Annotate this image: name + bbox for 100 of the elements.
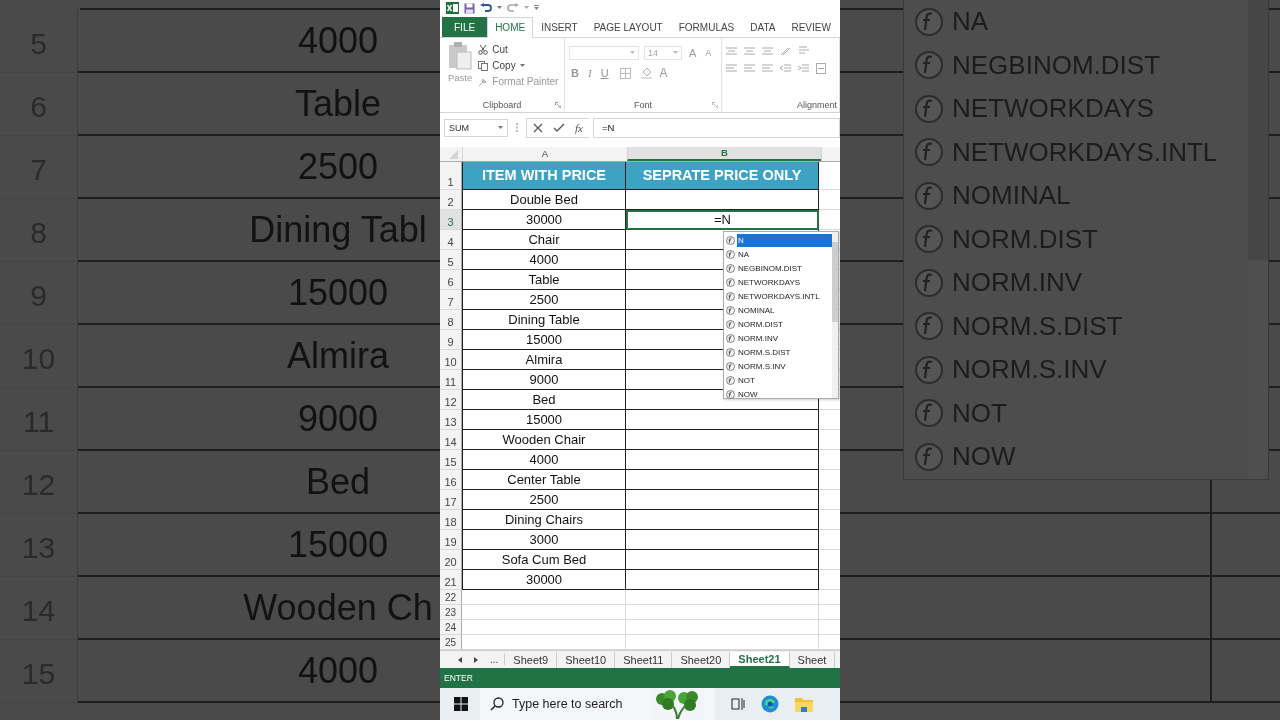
customize-icon[interactable] (534, 5, 539, 12)
cell-text: 4000 (297, 649, 379, 692)
caret-icon[interactable] (497, 6, 502, 11)
table-cell: Center Table (462, 469, 626, 490)
dialog-launcher-icon[interactable] (712, 102, 718, 109)
sheet-tab[interactable]: Sheet10 (557, 651, 616, 668)
save-icon[interactable] (464, 2, 475, 14)
orientation-icon[interactable] (780, 47, 792, 57)
align-icon[interactable] (726, 47, 737, 57)
table-cell: Wooden Chair (462, 429, 626, 450)
browser-icon[interactable] (761, 695, 779, 713)
function-suggestion[interactable]: N (737, 233, 832, 247)
function-suggestion[interactable]: NORM.DIST (737, 317, 832, 331)
function-suggestion[interactable]: NETWORKDAYS.INTL (737, 289, 832, 303)
function-suggestion[interactable]: NEGBINOM.DIST (737, 261, 832, 275)
scrollbar[interactable] (832, 232, 838, 398)
table-cell: Chair (462, 229, 626, 250)
row-number[interactable]: 5 (440, 249, 462, 270)
row-number[interactable]: 14 (440, 429, 462, 450)
row-number[interactable]: 18 (440, 509, 462, 530)
row-number[interactable]: 1 (440, 161, 462, 190)
insert-function-button[interactable]: fx (575, 121, 583, 134)
font-name-field[interactable] (569, 46, 639, 61)
increase-indent-icon[interactable] (798, 64, 809, 74)
row-number[interactable]: 16 (440, 469, 462, 490)
merge-icon[interactable] (816, 63, 826, 75)
row-number[interactable]: 15 (440, 449, 462, 470)
align-icon[interactable] (744, 64, 755, 74)
folder-icon[interactable] (795, 696, 813, 712)
align-icon[interactable] (726, 64, 737, 74)
copy-button[interactable]: Copy (476, 58, 561, 74)
status-text: ENTER (444, 673, 473, 684)
name-box[interactable]: SUM (444, 118, 508, 137)
row-number[interactable]: 10 (440, 349, 462, 370)
fill-color-icon[interactable] (639, 67, 653, 80)
function-suggestion[interactable]: NA (737, 247, 832, 261)
ribbon-tab[interactable]: REVIEW (783, 17, 839, 38)
row-number[interactable]: 6 (440, 269, 462, 290)
ribbon-tab[interactable]: HOME (487, 17, 534, 39)
caret-icon (673, 51, 678, 56)
caret-icon[interactable] (524, 6, 529, 11)
align-icon[interactable] (762, 47, 773, 57)
row-number[interactable]: 12 (440, 389, 462, 410)
more-sheets-button[interactable]: ... (490, 654, 506, 665)
row-number[interactable]: 21 (440, 569, 462, 590)
align-icon[interactable] (762, 64, 773, 74)
row-number[interactable]: 2 (440, 189, 462, 210)
sheet-tab[interactable]: Sheet (789, 651, 836, 668)
function-icon (914, 267, 944, 298)
row-number[interactable]: 4 (440, 229, 462, 250)
function-suggestion[interactable]: NORM.S.DIST (737, 345, 832, 359)
function-suggestion[interactable]: NOT (737, 373, 832, 387)
sheet-tab[interactable]: Sheet11 (615, 651, 673, 668)
row-number[interactable]: 3 (440, 209, 462, 230)
row-number[interactable]: 11 (440, 369, 462, 390)
decrease-indent-icon[interactable] (780, 64, 791, 74)
previous-sheet-icon[interactable] (458, 656, 462, 663)
column-header[interactable]: B (627, 146, 821, 161)
table-cell: Sofa Cum Bed (462, 549, 626, 570)
table-cell: 2500 (462, 289, 626, 310)
undo-icon[interactable] (480, 3, 492, 14)
cell-text: 4000 (297, 19, 379, 62)
ribbon-tab[interactable]: PAGE LAYOUT (585, 17, 671, 38)
row-number[interactable]: 9 (440, 329, 462, 350)
formula-field[interactable]: =N (592, 117, 840, 138)
row-number[interactable]: 19 (440, 529, 462, 550)
function-suggestion[interactable]: NOW (737, 387, 832, 401)
row-number[interactable]: 7 (440, 289, 462, 310)
ribbon-tab[interactable]: FORMULAS (670, 17, 743, 38)
ribbon-tab[interactable]: DATA (742, 17, 784, 38)
search-field[interactable]: Type here to search (512, 697, 642, 711)
table-cell: 15000 (462, 329, 626, 350)
task-view-icon[interactable] (731, 697, 745, 711)
ribbon-tab[interactable]: FILE (442, 17, 488, 38)
function-icon (914, 398, 944, 429)
table-cell: SEPRATE PRICE ONLY (626, 161, 819, 190)
row-number[interactable]: 13 (440, 409, 462, 430)
row-number[interactable]: 20 (440, 549, 462, 570)
row-number[interactable]: 17 (440, 489, 462, 510)
check-icon[interactable] (553, 122, 565, 133)
table-cell: 2500 (462, 489, 626, 510)
windows-icon[interactable] (454, 697, 468, 711)
group-label: Font (634, 99, 652, 110)
redo-icon[interactable] (507, 3, 519, 14)
align-icon[interactable] (744, 47, 755, 57)
function-suggestion[interactable]: NETWORKDAYS (737, 275, 832, 289)
cut-button[interactable]: Cut (476, 42, 561, 58)
dialog-launcher-icon[interactable] (555, 102, 561, 109)
clipboard-icon (448, 42, 473, 71)
cancel-icon[interactable] (533, 122, 543, 133)
next-sheet-icon[interactable] (474, 656, 478, 663)
row-number[interactable]: 8 (440, 309, 462, 330)
ribbon-tab[interactable]: INSERT (533, 17, 586, 38)
function-icon (726, 263, 735, 273)
sheet-tab[interactable]: Sheet9 (505, 651, 558, 668)
function-suggestion[interactable]: NORM.S.INV (737, 359, 832, 373)
function-suggestion[interactable]: NORM.INV (737, 331, 832, 345)
sheet-tab[interactable]: Sheet21 (730, 651, 790, 668)
function-suggestion[interactable]: NOMINAL (737, 303, 832, 317)
border-icon[interactable] (619, 67, 631, 79)
